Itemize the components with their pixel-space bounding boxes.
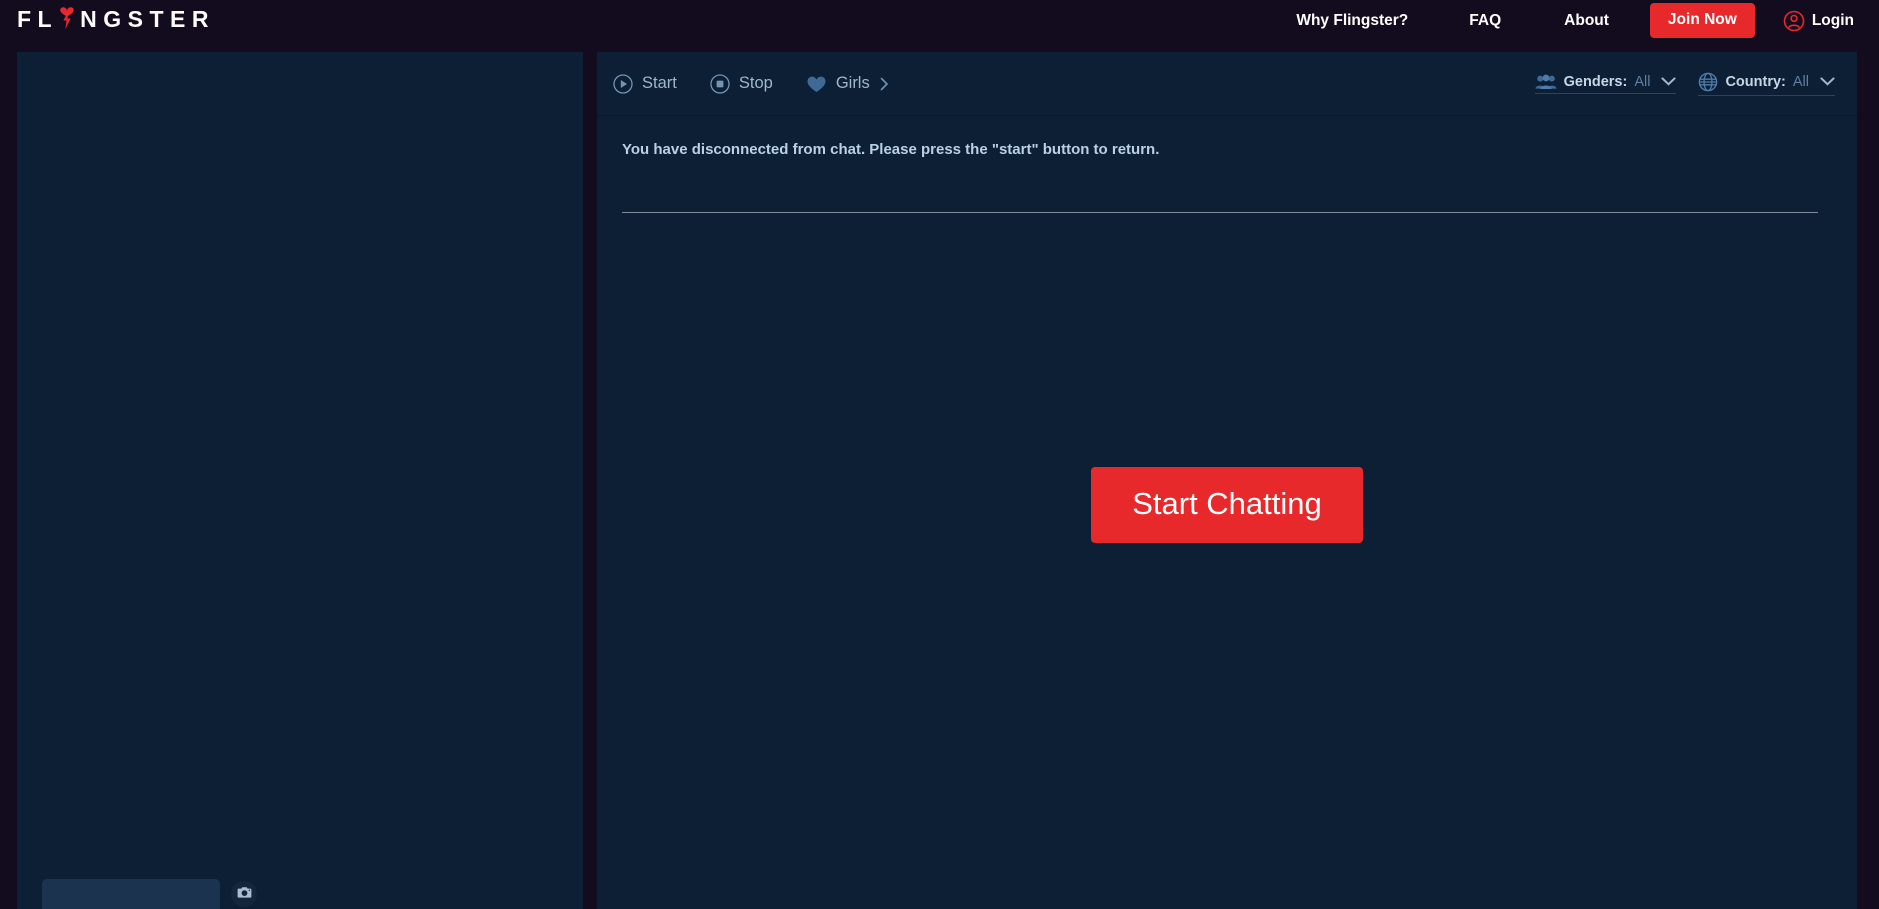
country-filter[interactable]: Country: All: [1698, 72, 1835, 96]
girls-filter-label: Girls: [835, 74, 870, 92]
start-button-label: Start: [642, 74, 677, 92]
join-now-button[interactable]: Join Now: [1649, 3, 1755, 38]
stop-button-label: Stop: [738, 74, 773, 92]
logo-text-part1: FL: [17, 5, 59, 32]
start-chatting-container: Start Chatting: [597, 116, 1857, 908]
stop-circle-icon: [710, 73, 730, 94]
globe-icon: [1698, 72, 1718, 92]
genders-filter-label: Genders:: [1563, 73, 1628, 90]
login-label: Login: [1811, 11, 1854, 29]
camera-icon: [237, 886, 252, 902]
chat-toolbar-filters: Genders: All Country: All: [1534, 72, 1835, 96]
chevron-down-icon: [1661, 77, 1677, 86]
camera-button[interactable]: [231, 881, 257, 907]
heart-bolt-icon: [59, 6, 75, 32]
logo-text-part2: NGSTER: [80, 5, 215, 32]
chevron-down-icon: [1820, 77, 1835, 86]
girls-filter-button[interactable]: Girls: [806, 74, 889, 93]
stop-button[interactable]: Stop: [710, 73, 773, 94]
country-filter-value: All: [1792, 73, 1809, 90]
start-button[interactable]: Start: [613, 73, 677, 94]
nav-item-faq[interactable]: FAQ: [1469, 12, 1501, 30]
chat-body: You have disconnected from chat. Please …: [597, 116, 1857, 908]
login-button[interactable]: Login: [1783, 10, 1854, 32]
local-video-panel: [17, 52, 583, 909]
heart-icon: [806, 74, 827, 93]
genders-filter-value: All: [1634, 73, 1651, 90]
chat-toolbar-actions: Start Stop Girls: [613, 73, 889, 94]
chat-panel: Start Stop Girls Genders: All Country: A…: [597, 52, 1857, 909]
nav-item-about[interactable]: About: [1564, 12, 1609, 30]
country-filter-label: Country:: [1725, 73, 1786, 90]
nav-item-why-flingster[interactable]: Why Flingster?: [1296, 12, 1408, 30]
logo[interactable]: FL NGSTER: [17, 2, 215, 36]
user-circle-icon: [1783, 10, 1805, 32]
people-icon: [1535, 74, 1557, 90]
start-chatting-button[interactable]: Start Chatting: [1091, 467, 1363, 543]
logo-text: FL NGSTER: [17, 6, 215, 32]
chevron-right-icon: [880, 77, 889, 91]
message-input[interactable]: [42, 879, 220, 909]
video-panel-controls: [42, 879, 257, 909]
genders-filter[interactable]: Genders: All: [1534, 73, 1677, 94]
chat-toolbar: Start Stop Girls Genders: All Country: A…: [597, 52, 1857, 116]
play-circle-icon: [613, 73, 633, 94]
site-header: FL NGSTER Why Flingster? FAQ About Join …: [0, 0, 1879, 41]
main-nav: Why Flingster? FAQ About Join Now Login: [1296, 0, 1879, 41]
